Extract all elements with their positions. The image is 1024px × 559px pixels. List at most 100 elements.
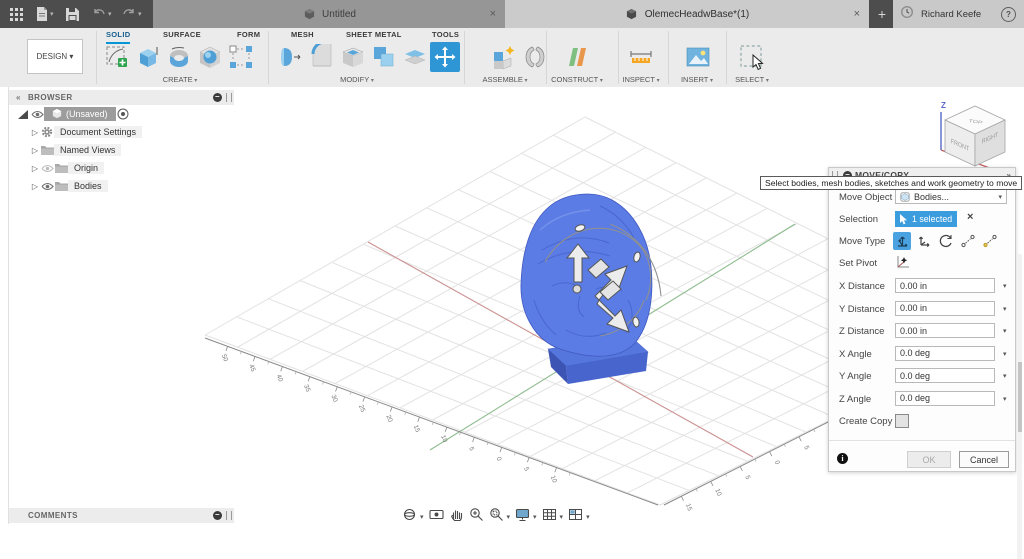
insert-group-label[interactable]: INSERT bbox=[681, 75, 713, 84]
fit-icon[interactable] bbox=[489, 507, 504, 527]
construct-group-label[interactable]: CONSTRUCT bbox=[551, 75, 603, 84]
chevron-down-icon[interactable]: ▾ bbox=[507, 513, 511, 521]
fillet-icon[interactable] bbox=[308, 43, 336, 71]
design-workspace-dropdown[interactable]: DESIGN ▾ bbox=[27, 39, 83, 74]
inspect-group-label[interactable]: INSPECT bbox=[622, 75, 659, 84]
chevron-down-icon[interactable]: ▾ bbox=[1003, 305, 1007, 313]
visibility-eye-icon[interactable] bbox=[30, 110, 44, 119]
new-component-icon[interactable] bbox=[490, 43, 518, 71]
modify-group-label[interactable]: MODIFY bbox=[340, 75, 374, 84]
expand-arrow-icon[interactable]: ▷ bbox=[30, 128, 40, 137]
info-icon[interactable]: i bbox=[837, 453, 848, 464]
chevron-down-icon[interactable]: ▾ bbox=[586, 513, 590, 521]
document-tab-untitled[interactable]: Untitled × bbox=[153, 0, 505, 28]
clock-icon[interactable] bbox=[900, 5, 914, 24]
move-type-point-to-point-icon[interactable] bbox=[959, 232, 977, 250]
dialog-scrollbar-thumb[interactable] bbox=[1017, 362, 1022, 432]
insert-image-icon[interactable] bbox=[684, 43, 712, 71]
expand-arrow-icon[interactable]: ▷ bbox=[30, 164, 40, 173]
browser-item-named-views[interactable]: ▷ Named Views bbox=[8, 141, 234, 159]
construct-plane-icon[interactable] bbox=[563, 43, 591, 71]
comments-panel[interactable]: COMMENTS – bbox=[8, 508, 234, 523]
chevron-down-icon[interactable]: ▾ bbox=[1003, 372, 1007, 380]
pattern-icon[interactable] bbox=[227, 43, 255, 71]
create-group-label[interactable]: CREATE bbox=[163, 75, 198, 84]
cancel-button[interactable]: Cancel bbox=[959, 451, 1009, 468]
orbit-icon[interactable] bbox=[402, 507, 417, 527]
ribbon-tab-form[interactable]: FORM bbox=[237, 30, 260, 41]
revolve-icon[interactable] bbox=[165, 43, 193, 71]
shell-icon[interactable] bbox=[339, 43, 367, 71]
selection-button[interactable]: 1 selected bbox=[895, 211, 957, 227]
move-type-point-to-position-icon[interactable] bbox=[981, 232, 999, 250]
user-name[interactable]: Richard Keefe bbox=[921, 9, 981, 20]
chevron-down-icon[interactable]: ▾ bbox=[1003, 327, 1007, 335]
component-expander-icon[interactable] bbox=[16, 109, 30, 119]
sweep-icon[interactable] bbox=[196, 43, 224, 71]
assemble-group-label[interactable]: ASSEMBLE bbox=[482, 75, 527, 84]
browser-item-origin[interactable]: ▷ Origin bbox=[8, 159, 234, 177]
collapse-left-icon[interactable]: « bbox=[16, 93, 21, 102]
ribbon-tab-solid[interactable]: SOLID bbox=[106, 30, 131, 44]
tab-close-icon[interactable]: × bbox=[490, 8, 496, 20]
ribbon-tab-surface[interactable]: SURFACE bbox=[163, 30, 201, 41]
mesh-body-olmec-head[interactable] bbox=[520, 193, 653, 384]
ok-button[interactable]: OK bbox=[907, 451, 951, 468]
panel-collapse-icon[interactable]: – bbox=[213, 511, 222, 520]
combine-icon[interactable] bbox=[370, 43, 398, 71]
measure-icon[interactable] bbox=[627, 43, 655, 71]
panel-grip[interactable] bbox=[226, 511, 232, 520]
chevron-down-icon[interactable]: ▾ bbox=[1003, 350, 1007, 358]
new-tab-button[interactable]: + bbox=[871, 0, 893, 28]
y-distance-input[interactable]: 0.00 in bbox=[895, 300, 995, 316]
visibility-eye-icon[interactable] bbox=[40, 164, 54, 173]
selection-clear-icon[interactable]: × bbox=[967, 211, 973, 223]
press-pull-icon[interactable] bbox=[277, 43, 305, 71]
grid-layout-icon[interactable] bbox=[542, 507, 557, 527]
look-at-icon[interactable] bbox=[428, 507, 444, 527]
zoom-icon[interactable] bbox=[469, 507, 484, 527]
expand-arrow-icon[interactable]: ▷ bbox=[30, 146, 40, 155]
create-sketch-icon[interactable] bbox=[103, 43, 131, 71]
browser-item-bodies[interactable]: ▷ Bodies bbox=[8, 177, 234, 195]
move-type-free-move-icon[interactable] bbox=[893, 232, 911, 250]
app-grid-icon[interactable] bbox=[10, 6, 23, 22]
help-icon[interactable]: ? bbox=[1001, 6, 1016, 22]
ribbon-tab-mesh[interactable]: MESH bbox=[291, 30, 314, 41]
save-icon[interactable] bbox=[66, 6, 79, 22]
z-distance-input[interactable]: 0.00 in bbox=[895, 323, 995, 338]
move-object-dropdown[interactable]: Bodies... ▾ bbox=[895, 189, 1007, 204]
visibility-eye-icon[interactable] bbox=[40, 182, 54, 191]
pan-icon[interactable] bbox=[449, 507, 464, 527]
browser-item-document-settings[interactable]: ▷ Document Settings bbox=[8, 123, 234, 141]
redo-icon[interactable]: ▾ bbox=[122, 6, 142, 22]
create-copy-checkbox[interactable] bbox=[895, 414, 909, 428]
x-angle-input[interactable]: 0.0 deg bbox=[895, 345, 995, 361]
activate-radio-icon[interactable] bbox=[116, 108, 130, 120]
root-component-label[interactable]: (Unsaved) bbox=[44, 107, 116, 121]
chevron-down-icon[interactable]: ▾ bbox=[1003, 282, 1007, 290]
expand-arrow-icon[interactable]: ▷ bbox=[30, 182, 40, 191]
browser-header[interactable]: « BROWSER – bbox=[8, 90, 234, 105]
display-settings-icon[interactable] bbox=[515, 507, 530, 527]
chevron-down-icon[interactable]: ▾ bbox=[560, 513, 564, 521]
panel-collapse-icon[interactable]: – bbox=[213, 93, 222, 102]
file-menu-icon[interactable]: ▾ bbox=[36, 6, 54, 22]
move-type-translate-icon[interactable] bbox=[915, 232, 933, 250]
tab-close-icon[interactable]: × bbox=[854, 8, 860, 20]
chevron-down-icon[interactable]: ▾ bbox=[1003, 395, 1007, 403]
browser-root-row[interactable]: (Unsaved) bbox=[8, 105, 234, 123]
y-angle-input[interactable]: 0.0 deg bbox=[895, 368, 995, 383]
move-type-rotate-icon[interactable] bbox=[937, 232, 955, 250]
x-distance-input[interactable]: 0.00 in bbox=[895, 278, 995, 293]
z-angle-input[interactable]: 0.0 deg bbox=[895, 390, 995, 406]
modeling-viewport[interactable]: 50454035302520151050510151050510 bbox=[0, 87, 1024, 559]
move-copy-tool-icon[interactable] bbox=[430, 42, 460, 72]
panel-grip[interactable] bbox=[226, 93, 232, 102]
view-cube[interactable]: Z TOP FRONT RIGHT bbox=[931, 94, 1017, 172]
document-tab-olemecheadwbase[interactable]: OlemecHeadwBase*(1) × bbox=[505, 0, 869, 28]
set-pivot-button[interactable] bbox=[895, 255, 911, 275]
chevron-down-icon[interactable]: ▾ bbox=[533, 513, 537, 521]
select-group-label[interactable]: SELECT bbox=[735, 75, 769, 84]
undo-icon[interactable]: ▾ bbox=[92, 6, 112, 22]
